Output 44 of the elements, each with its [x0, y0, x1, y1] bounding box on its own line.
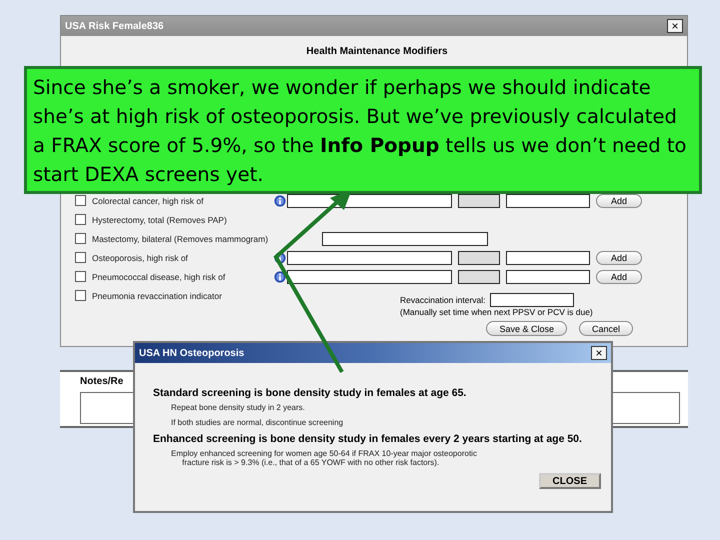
close-button[interactable]: × [591, 346, 607, 360]
window-title: USA Risk Female836 [65, 20, 164, 32]
condition-label: Pneumonia revaccination indicator [92, 290, 223, 300]
checkbox[interactable] [75, 233, 86, 244]
add-button[interactable]: Add [596, 250, 642, 264]
screening-heading: Standard screening is bone density study in females at age 65. [153, 387, 468, 399]
info-icon[interactable] [274, 194, 286, 206]
window-title: USA HN Osteoporosis [139, 348, 244, 358]
checkbox[interactable] [75, 195, 86, 206]
condition-label: Mastectomy, bilateral (Removes mammogram) [92, 234, 270, 244]
code-field [458, 270, 500, 284]
checkbox[interactable] [75, 271, 86, 282]
condition-label: Colorectal cancer, high risk of [92, 196, 204, 206]
condition-label: Osteoporosis, high risk of [92, 252, 189, 262]
condition-label: Pneumococcal disease, high risk of [92, 272, 226, 282]
diagnosis-field[interactable] [287, 270, 452, 284]
annotation-callout: Since she’s a smoker, we wonder if perhaps we should indicate she’s at high risk of osteoporosis. But we’ve previously calculated a FRAX score of 5.9%, so the Info Popup tells us we don’t need to start DEXA screens yet. [24, 66, 702, 194]
checkbox[interactable] [75, 290, 86, 301]
screening-text: Employ enhanced screening for women age 50-64 if FRAX 10-year major osteoporotic fracture risk is > 9.3% (i.e., that of a 65 YOWF with no other risk factors). [171, 449, 478, 467]
screening-text: Repeat bone density study in 2 years. [171, 403, 306, 412]
add-button[interactable]: Add [596, 194, 642, 208]
checkbox[interactable] [75, 252, 86, 263]
status-field[interactable] [506, 270, 590, 284]
section-heading: Health Maintenance Modifiers [305, 46, 449, 57]
revaccination-label: Revaccination interval: [400, 295, 486, 305]
dialog-button[interactable]: Cancel [578, 321, 633, 336]
code-field [458, 250, 500, 264]
add-button[interactable]: Add [596, 270, 642, 284]
info-icon[interactable] [274, 270, 286, 282]
close-button[interactable]: CLOSE [538, 473, 601, 489]
checkbox[interactable] [75, 214, 86, 225]
screening-heading: Enhanced screening is bone density study in females every 2 years starting at age 50. [153, 433, 583, 445]
diagnosis-field[interactable] [287, 250, 452, 264]
status-field[interactable] [506, 194, 590, 208]
close-button[interactable]: × [667, 19, 683, 33]
notes-label: Notes/Re [80, 376, 124, 387]
code-field [458, 194, 500, 208]
input-field[interactable] [322, 232, 488, 246]
screening-text: If both studies are normal, discontinue screening [171, 418, 344, 427]
condition-label: Hysterectomy, total (Removes PAP) [92, 214, 228, 224]
revaccination-note: (Manually set time when next PPSV or PCV is due) [400, 307, 594, 317]
status-field[interactable] [506, 250, 590, 264]
dialog-button[interactable]: Save & Close [486, 321, 567, 336]
revaccination-field[interactable] [490, 293, 574, 307]
